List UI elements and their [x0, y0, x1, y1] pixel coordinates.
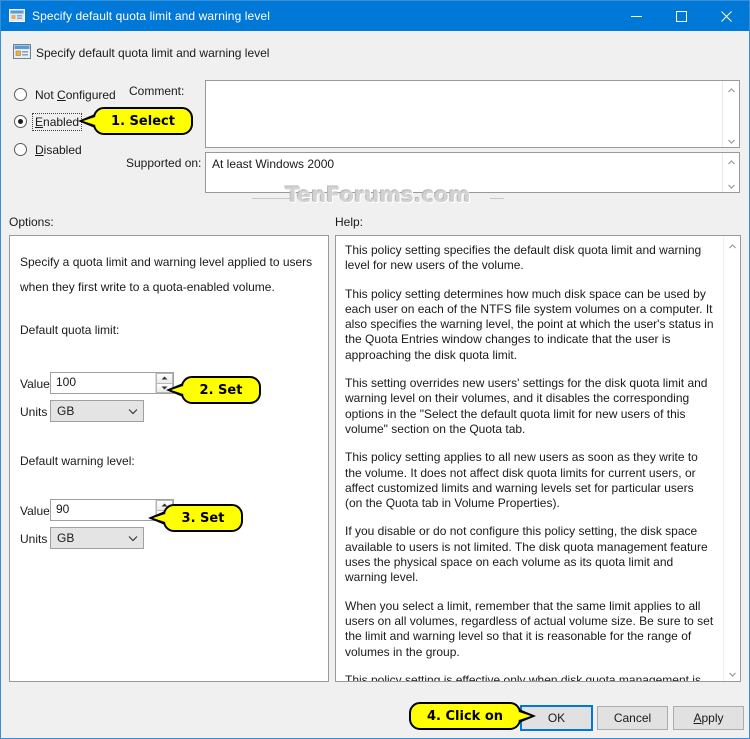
callout-step-1: 1. Select: [78, 107, 193, 135]
radio-enabled-label: Enabled: [31, 112, 83, 131]
supported-scrollbar[interactable]: [722, 153, 739, 192]
dialog-header: Specify default quota limit and warning …: [2, 31, 748, 98]
help-paragraph: This setting overrides new users' settin…: [345, 376, 708, 436]
warning-units-label: Units: [20, 532, 48, 546]
policy-setting-dialog: Specify default quota limit and warning …: [0, 0, 750, 739]
warning-units-value: GB: [57, 531, 75, 545]
ok-button-label: OK: [547, 711, 566, 725]
cancel-button-label: Cancel: [613, 711, 652, 725]
callout-step-1-text: 1. Select: [111, 113, 175, 129]
chevron-down-icon[interactable]: [727, 180, 736, 189]
help-panel: This policy setting specifies the defaul…: [335, 235, 741, 682]
supported-on-field: At least Windows 2000: [205, 152, 740, 193]
apply-button[interactable]: Apply: [673, 706, 744, 730]
supported-on-value: At least Windows 2000: [212, 157, 335, 171]
radio-not-configured[interactable]: Not Configured: [14, 86, 118, 103]
callout-step-3-text: 3. Set: [181, 510, 225, 526]
default-warning-level-heading: Default warning level:: [20, 454, 135, 468]
configuration-area: Not Configured Enabled Disabled Comment:…: [2, 73, 748, 208]
quota-value-label: Value: [20, 377, 50, 391]
callout-step-2-text: 2. Set: [199, 382, 243, 398]
comment-scrollbar[interactable]: [722, 81, 739, 147]
apply-button-label: Apply: [693, 711, 724, 725]
callout-step-4-text: 4. Click on: [426, 708, 504, 724]
callout-tail: [519, 709, 536, 723]
help-scrollbar[interactable]: [723, 236, 740, 681]
comment-label: Comment:: [129, 84, 185, 98]
chevron-down-icon[interactable]: [123, 535, 143, 542]
radio-disabled-label: Disabled: [35, 142, 82, 157]
header-title: Specify default quota limit and warning …: [36, 46, 270, 60]
quota-value-input[interactable]: 100: [51, 373, 155, 393]
radio-circle: [14, 143, 27, 156]
supported-on-label: Supported on:: [126, 156, 202, 170]
quota-units-select[interactable]: GB: [50, 400, 144, 422]
options-description: Specify a quota limit and warning level …: [20, 255, 313, 294]
chevron-up-icon[interactable]: [727, 84, 736, 93]
comment-value: [206, 81, 722, 147]
chevron-down-icon[interactable]: [123, 408, 143, 415]
help-paragraph: This policy setting is effective only wh…: [345, 672, 701, 681]
help-paragraph: This policy setting determines how much …: [345, 286, 714, 362]
comment-textarea[interactable]: [205, 80, 740, 148]
radio-circle: [14, 88, 27, 101]
help-paragraph: If you disable or do not configure this …: [345, 524, 708, 585]
help-paragraph: This policy setting applies to all new u…: [345, 450, 698, 511]
title-bar: Specify default quota limit and warning …: [1, 1, 749, 31]
quota-value-stepper[interactable]: 100: [50, 372, 174, 394]
callout-step-3: 3. Set: [148, 504, 243, 532]
spinner-up-icon[interactable]: [156, 373, 173, 383]
policy-setting-icon: [13, 43, 31, 61]
default-quota-limit-heading: Default quota limit:: [20, 323, 120, 337]
help-paragraph: This policy setting specifies the defaul…: [345, 243, 702, 273]
window-title: Specify default quota limit and warning …: [32, 9, 270, 23]
minimize-icon[interactable]: [614, 1, 659, 31]
radio-enabled[interactable]: Enabled: [14, 112, 83, 131]
help-text: This policy setting specifies the defaul…: [336, 236, 723, 681]
chevron-down-icon[interactable]: [728, 668, 737, 677]
callout-tail: [78, 114, 95, 128]
chevron-up-icon[interactable]: [727, 156, 736, 165]
radio-circle: [14, 115, 27, 128]
warning-value-label: Value: [20, 504, 50, 518]
quota-units-label: Units: [20, 405, 48, 419]
maximize-icon[interactable]: [659, 1, 704, 31]
callout-step-4: 4. Click on: [409, 702, 536, 730]
warning-value-input[interactable]: 90: [51, 500, 155, 520]
quota-units-value: GB: [57, 404, 75, 418]
cancel-button[interactable]: Cancel: [597, 706, 668, 730]
options-panel: Specify a quota limit and warning level …: [9, 235, 329, 682]
chevron-up-icon[interactable]: [728, 240, 737, 249]
help-paragraph: When you select a limit, remember that t…: [345, 598, 714, 659]
radio-not-configured-label: Not Configured: [35, 87, 116, 102]
policy-setting-icon: [9, 8, 25, 24]
options-label: Options:: [9, 215, 54, 229]
close-icon[interactable]: [704, 1, 749, 31]
window-controls: [614, 1, 749, 31]
callout-tail: [148, 511, 165, 525]
callout-step-2: 2. Set: [166, 376, 261, 404]
chevron-down-icon[interactable]: [727, 135, 736, 144]
callout-tail: [166, 383, 183, 397]
radio-disabled[interactable]: Disabled: [14, 141, 84, 158]
warning-units-select[interactable]: GB: [50, 527, 144, 549]
help-label: Help:: [335, 215, 364, 229]
